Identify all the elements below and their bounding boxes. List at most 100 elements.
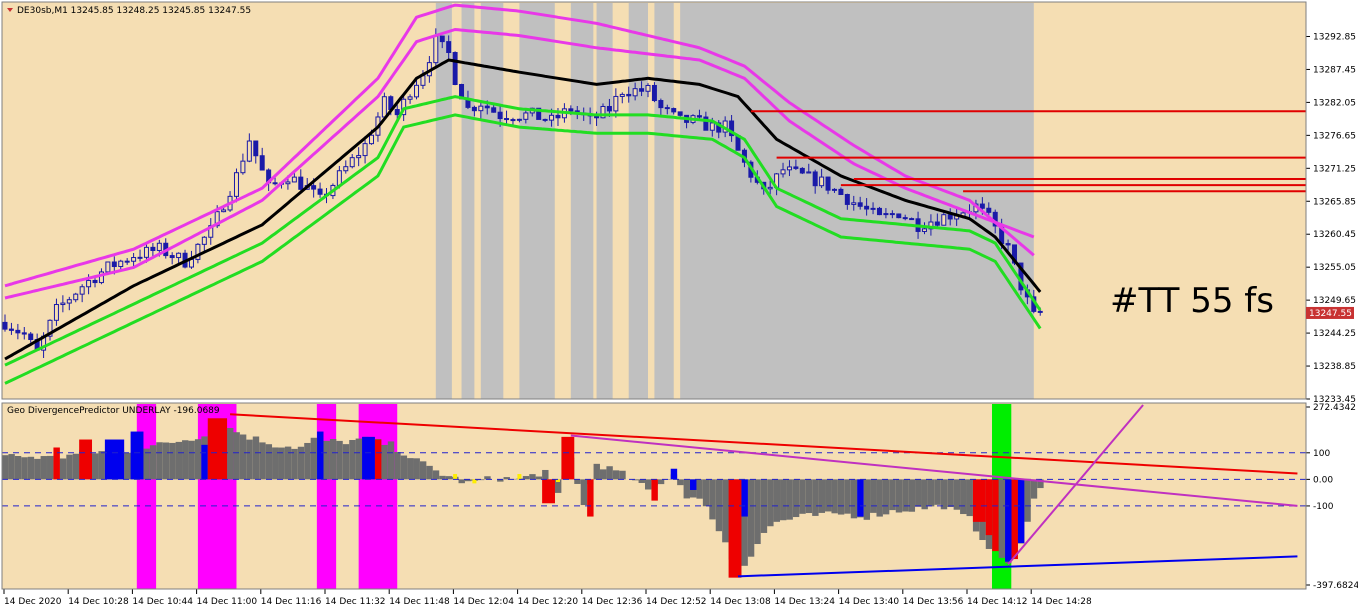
histogram-bar: [311, 438, 317, 480]
price-tick-label: 13282.05: [1313, 98, 1356, 108]
histogram-bar: [156, 442, 162, 479]
session-band: [597, 3, 613, 399]
candle-body: [138, 257, 142, 258]
candle-body: [710, 123, 714, 130]
oscillator-tick-label: 272.4342: [1313, 403, 1356, 413]
oscillator-tick-label: -397.6824: [1313, 581, 1358, 591]
candle-body: [472, 107, 476, 110]
candle-body: [299, 177, 303, 189]
oscillator-tick-label: -100: [1313, 502, 1334, 512]
time-tick-label: 14 Dec 12:04: [453, 597, 514, 607]
candle-body: [447, 42, 451, 53]
candle-body: [318, 189, 322, 194]
candle-body: [498, 112, 502, 118]
session-band: [481, 3, 504, 399]
annotation-text: #TT 55 fs: [1110, 281, 1274, 321]
histogram-bar: [934, 479, 940, 504]
candle-body: [177, 253, 181, 257]
histogram-bar: [831, 479, 837, 513]
histogram-bar: [864, 479, 870, 519]
candle-body: [151, 247, 155, 250]
histogram-bar: [291, 449, 297, 479]
histogram-bar-red: [587, 479, 593, 516]
candle-body: [820, 177, 824, 186]
histogram-bar-blue: [131, 432, 144, 480]
histogram-bar: [876, 479, 882, 516]
candle-body: [273, 183, 277, 184]
price-tick-label: 13265.85: [1313, 197, 1356, 207]
histogram-bar: [407, 458, 413, 479]
histogram-bar: [883, 479, 889, 514]
candle-body: [254, 141, 258, 156]
histogram-bar: [928, 479, 934, 506]
histogram-bar: [420, 461, 426, 479]
histogram-bar-red: [561, 437, 574, 480]
candle-body: [620, 94, 624, 96]
candle-body: [434, 36, 438, 63]
price-plot-area[interactable]: [2, 2, 1306, 399]
oscillator-tick-label: 100: [1313, 449, 1330, 459]
histogram-bar-blue: [105, 440, 124, 480]
histogram-bar: [947, 479, 953, 507]
time-tick-label: 14 Dec 12:36: [582, 597, 643, 607]
histogram-bar: [163, 443, 169, 480]
histogram-bar: [304, 443, 310, 479]
candle-body: [640, 89, 644, 92]
chart-canvas: 13292.8513287.4513282.0513276.6513271.25…: [0, 0, 1358, 612]
candle-body: [652, 85, 656, 100]
oscillator-highlight-band: [359, 404, 398, 589]
candle-body: [234, 173, 238, 197]
candle-body: [524, 113, 528, 119]
candle-body: [807, 172, 811, 173]
candle-body: [781, 170, 785, 174]
histogram-bar: [343, 444, 349, 479]
candle-body: [607, 106, 611, 110]
histogram-bar-red: [375, 440, 381, 480]
histogram-bar: [73, 454, 79, 480]
candle-body: [54, 305, 58, 321]
current-price-tag: 13247.55: [1306, 307, 1354, 319]
candle-body: [627, 94, 631, 95]
histogram-bar: [606, 466, 612, 479]
oscillator-tick-label: 0.00: [1313, 475, 1333, 485]
histogram-bar-blue: [741, 479, 747, 516]
histogram-bar: [259, 442, 265, 479]
candle-body: [672, 109, 676, 112]
candle-body: [119, 261, 123, 266]
candle-body: [787, 167, 791, 170]
candle-body: [67, 300, 71, 303]
histogram-bar: [967, 479, 973, 516]
histogram-bar: [825, 479, 831, 511]
histogram-bar: [819, 479, 825, 513]
histogram-bar: [356, 439, 362, 480]
time-tick-label: 14 Dec 12:52: [646, 597, 707, 607]
price-tick-label: 13260.45: [1313, 230, 1356, 240]
candle-body: [93, 280, 97, 282]
price-tick-label: 13276.65: [1313, 131, 1356, 141]
time-tick-label: 14 Dec 12:20: [518, 597, 579, 607]
candle-body: [865, 206, 869, 209]
histogram-bar: [1024, 479, 1030, 521]
candle-body: [479, 106, 483, 111]
candle-body: [768, 187, 772, 188]
candle-body: [170, 256, 174, 258]
histogram-bar: [960, 479, 966, 514]
histogram-bar: [426, 466, 432, 479]
candle-body: [832, 189, 836, 190]
candle-body: [556, 115, 560, 117]
histogram-bar-red: [53, 447, 59, 479]
candle-body: [260, 156, 264, 170]
session-band: [519, 3, 554, 399]
candle-body: [839, 189, 843, 194]
histogram-bar: [684, 479, 690, 498]
histogram-bar: [909, 479, 915, 511]
candle-body: [144, 247, 148, 257]
candle-body: [890, 214, 894, 215]
histogram-bar-red: [973, 479, 986, 522]
indicator-header: Geo DivergencePredictor UNDERLAY -196.06…: [7, 406, 220, 416]
histogram-bar: [838, 479, 844, 514]
histogram-bar: [324, 441, 330, 479]
histogram-bar: [240, 435, 246, 480]
candle-body: [678, 112, 682, 115]
session-band: [629, 3, 648, 399]
